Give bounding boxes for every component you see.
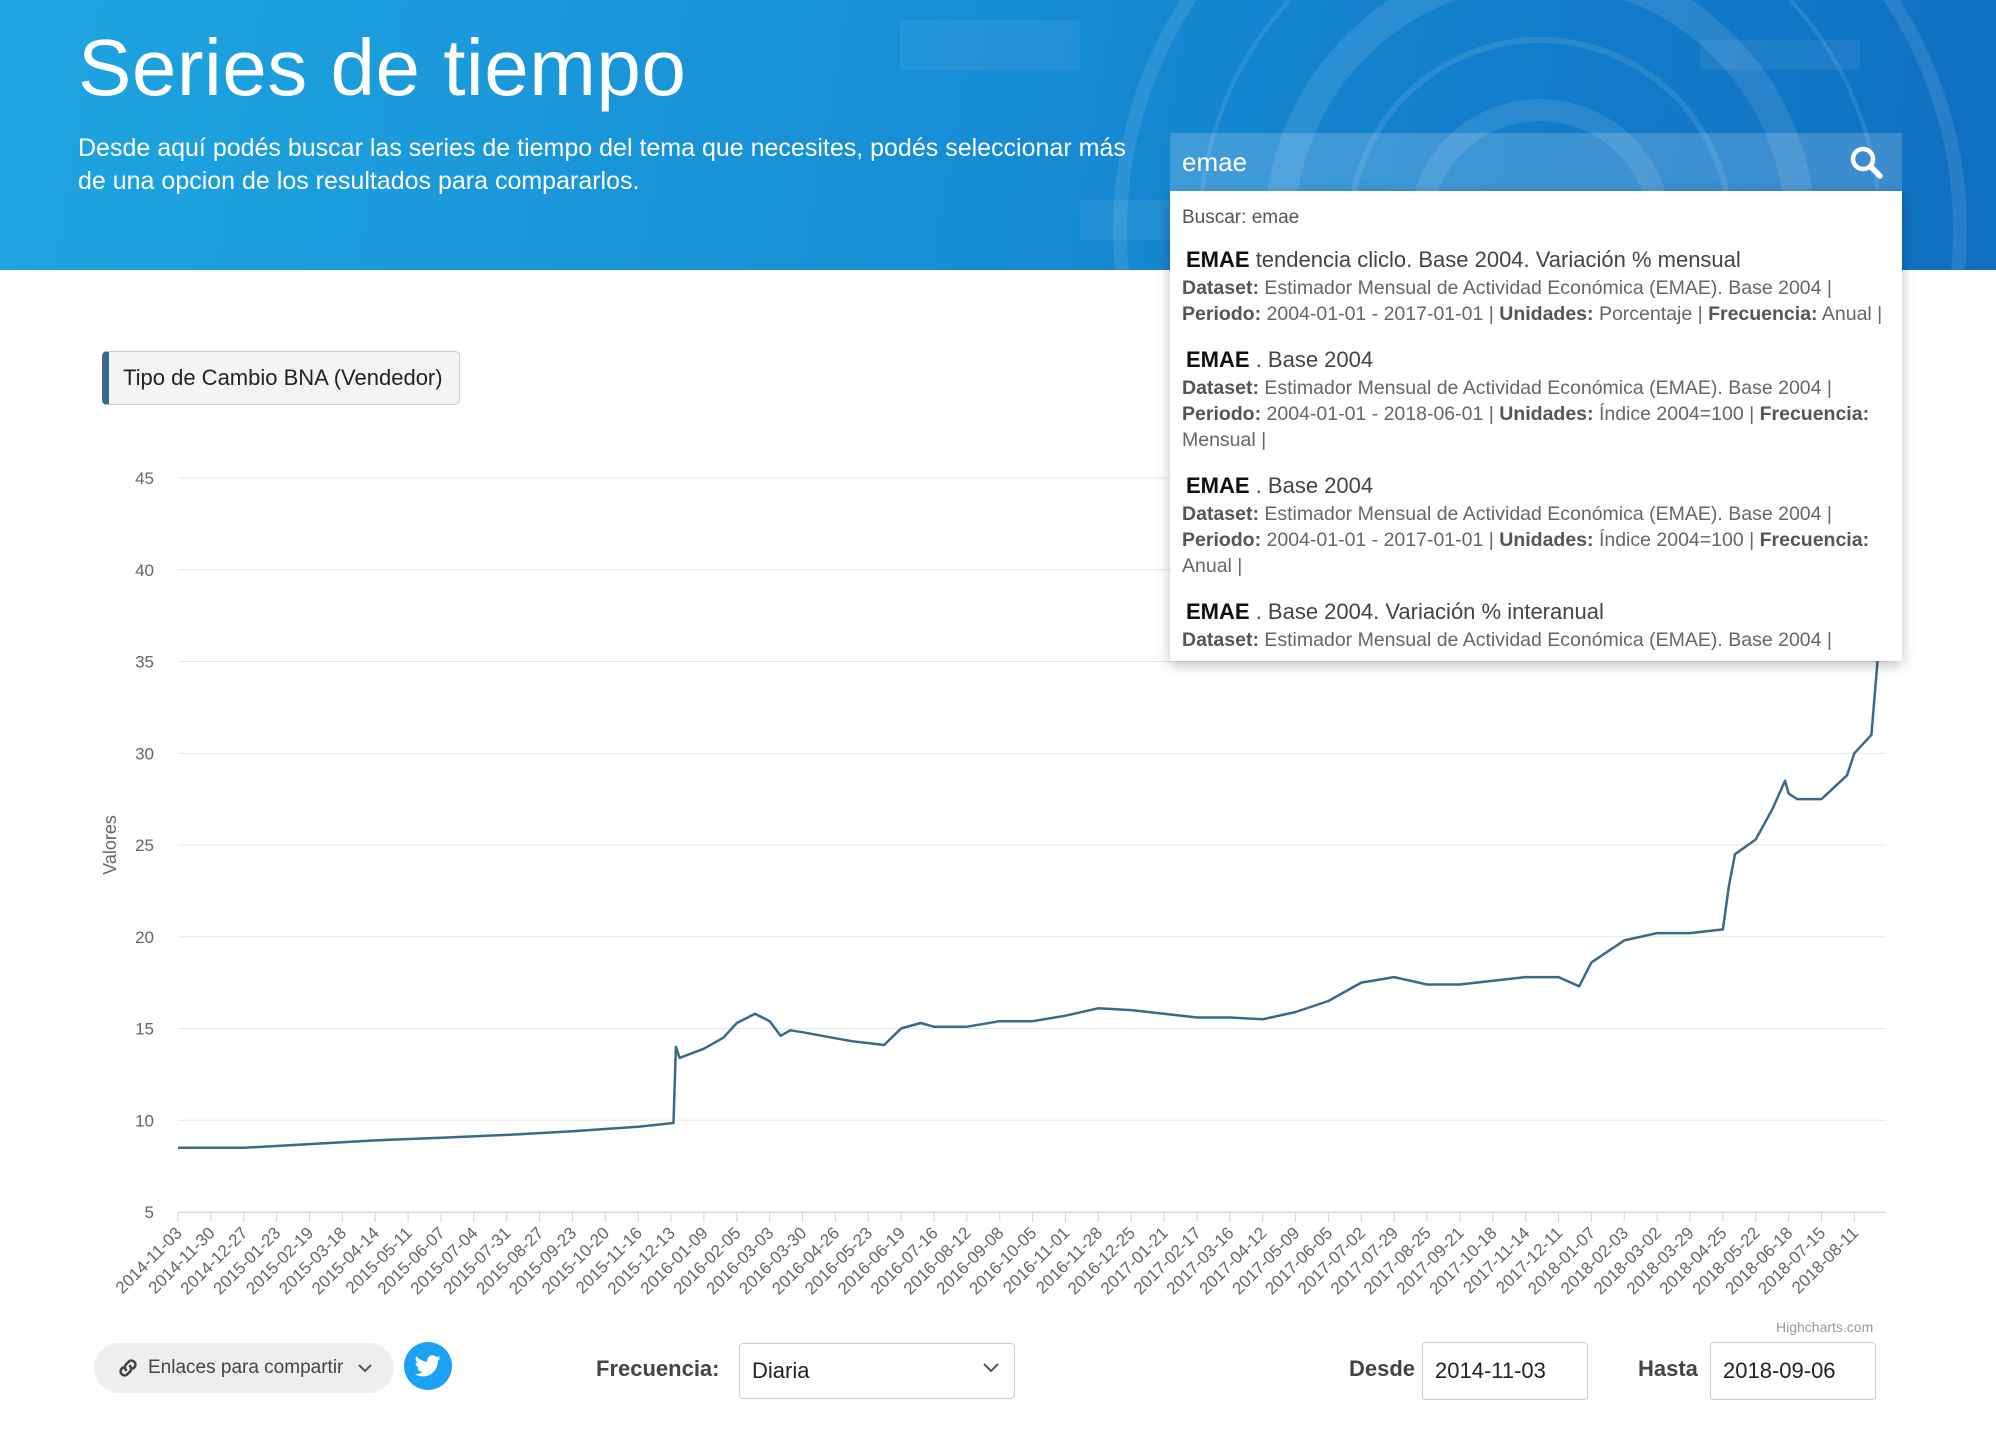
search-result-title-text: tendencia cliclo. Base 2004. Variación %… — [1255, 247, 1741, 272]
search-result-unidades-value: Índice 2004=100 — [1598, 403, 1744, 425]
y-tick-label: 40 — [135, 561, 154, 580]
search-result-title: EMAE . Base 2004. Variación % interanual — [1182, 599, 1890, 625]
search-result-meta: Dataset: Estimador Mensual de Actividad … — [1182, 277, 1883, 325]
search-result-meta: Dataset: Estimador Mensual de Actividad … — [1182, 629, 1832, 651]
search-icon — [1850, 146, 1883, 179]
search-result-unidades-value: Índice 2004=100 — [1598, 529, 1744, 551]
search-query-label: Buscar: emae — [1182, 207, 1300, 228]
search-result-periodo-label: Periodo: — [1182, 303, 1262, 325]
series-legend-label: Tipo de Cambio BNA (Vendedor) — [123, 365, 443, 390]
y-tick-label: 45 — [135, 469, 154, 488]
search-result-item[interactable]: EMAE . Base 2004 Dataset: Estimador Mensu… — [1170, 463, 1902, 589]
search-result-title-text: . Base 2004. Variación % interanual — [1255, 599, 1604, 624]
search-result-title-text: . Base 2004 — [1255, 473, 1374, 498]
search-result-meta: Dataset: Estimador Mensual de Actividad … — [1182, 377, 1870, 451]
search-result-unidades-label: Unidades: — [1499, 529, 1594, 551]
search-result-frecuencia-value: Anual — [1821, 303, 1872, 325]
search-result-keyword: EMAE — [1186, 347, 1250, 372]
search-result-title-text: . Base 2004 — [1255, 347, 1374, 372]
search-input[interactable] — [1170, 133, 1830, 191]
y-axis-title: Valores — [100, 815, 120, 875]
search-result-periodo-label: Periodo: — [1182, 529, 1262, 551]
share-links-label: Enlaces para compartir — [148, 1357, 344, 1378]
y-tick-label: 15 — [135, 1020, 154, 1039]
search-result-title: EMAE . Base 2004 — [1182, 347, 1890, 373]
search-result-keyword: EMAE — [1186, 247, 1250, 272]
search-result-unidades-label: Unidades: — [1499, 303, 1594, 325]
desde-date-input[interactable] — [1422, 1342, 1588, 1400]
search-result-title: EMAE . Base 2004 — [1182, 473, 1890, 499]
y-tick-label: 25 — [135, 836, 154, 855]
search-box — [1170, 133, 1902, 191]
y-tick-label: 20 — [135, 928, 154, 947]
search-result-frecuencia-label: Frecuencia: — [1759, 529, 1870, 551]
y-tick-label: 5 — [145, 1203, 154, 1222]
page-description: Desde aquí podés buscar las series de ti… — [78, 134, 1126, 195]
hasta-date-input[interactable] — [1710, 1342, 1876, 1400]
series-legend-tag[interactable]: Tipo de Cambio BNA (Vendedor) — [102, 351, 460, 405]
search-result-periodo-value: 2004-01-01 - 2017-01-01 — [1266, 529, 1484, 551]
frecuencia-label: Frecuencia: — [596, 1356, 720, 1381]
search-result-dataset-value: Estimador Mensual de Actividad Económica… — [1264, 629, 1822, 651]
search-result-frecuencia-label: Frecuencia: — [1759, 403, 1870, 425]
twitter-share-button[interactable] — [404, 1342, 452, 1390]
search-result-dataset-label: Dataset: — [1182, 503, 1259, 525]
search-result-meta: Dataset: Estimador Mensual de Actividad … — [1182, 503, 1870, 577]
search-result-keyword: EMAE — [1186, 599, 1250, 624]
search-result-dataset-label: Dataset: — [1182, 277, 1259, 299]
series-line — [178, 578, 1888, 1150]
search-result-dataset-value: Estimador Mensual de Actividad Económica… — [1264, 377, 1822, 399]
link-icon — [119, 1359, 137, 1377]
search-results-dropdown: Buscar: emae EMAE tendencia cliclo. Base… — [1170, 191, 1902, 661]
page-title: Series de tiempo — [78, 23, 687, 112]
search-result-periodo-value: 2004-01-01 - 2018-06-01 — [1266, 403, 1484, 425]
search-result-frecuencia-label: Frecuencia: — [1708, 303, 1818, 325]
share-links-button[interactable]: Enlaces para compartir — [94, 1343, 394, 1393]
search-result-item[interactable]: EMAE tendencia cliclo. Base 2004. Variac… — [1170, 237, 1902, 337]
search-result-keyword: EMAE — [1186, 473, 1250, 498]
search-result-item[interactable]: EMAE . Base 2004 Dataset: Estimador Mensu… — [1170, 337, 1902, 463]
y-tick-label: 30 — [135, 744, 154, 763]
chevron-down-icon — [983, 1363, 999, 1373]
search-result-frecuencia-value: Mensual — [1182, 429, 1256, 451]
search-result-item[interactable]: EMAE . Base 2004. Variación % interanual… — [1170, 589, 1902, 661]
search-result-dataset-label: Dataset: — [1182, 377, 1259, 399]
desde-label: Desde — [1349, 1356, 1416, 1381]
chart-credits[interactable]: Highcharts.com — [1776, 1319, 1873, 1335]
frecuencia-value: Diaria — [752, 1358, 810, 1383]
search-result-frecuencia-value: Anual — [1182, 555, 1232, 577]
search-result-unidades-label: Unidades: — [1499, 403, 1594, 425]
search-result-periodo-label: Periodo: — [1182, 403, 1262, 425]
search-result-unidades-value: Porcentaje — [1598, 303, 1693, 325]
y-tick-label: 35 — [135, 653, 154, 672]
search-result-periodo-value: 2004-01-01 - 2017-01-01 — [1266, 303, 1484, 325]
search-result-dataset-value: Estimador Mensual de Actividad Económica… — [1264, 277, 1822, 299]
y-tick-label: 10 — [135, 1111, 154, 1130]
search-result-dataset-label: Dataset: — [1182, 629, 1259, 651]
search-button[interactable] — [1830, 133, 1902, 191]
frecuencia-select[interactable]: Diaria — [739, 1343, 1015, 1399]
hasta-label: Hasta — [1638, 1356, 1698, 1381]
search-result-dataset-value: Estimador Mensual de Actividad Económica… — [1264, 503, 1822, 525]
twitter-icon — [415, 1355, 441, 1377]
search-result-title: EMAE tendencia cliclo. Base 2004. Variac… — [1182, 247, 1890, 273]
chevron-down-icon — [358, 1364, 373, 1373]
page: Series de tiempo Desde aquí podés buscar… — [0, 0, 1996, 1436]
